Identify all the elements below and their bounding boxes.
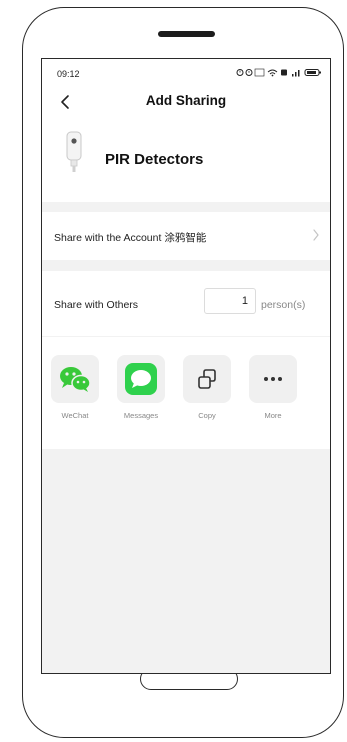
copy-label: Copy [198, 411, 216, 420]
person-unit-label: person(s) [261, 299, 306, 311]
status-time: 09:12 [57, 69, 80, 79]
share-with-others-label: Share with Others [54, 299, 139, 311]
share-with-account-label: Share with the Account 涂鸦智能 [54, 232, 207, 244]
status-icons [236, 68, 322, 79]
phone-speaker [158, 31, 215, 37]
page-title: Add Sharing [145, 93, 227, 108]
messages-label: Messages [123, 411, 159, 420]
pir-sensor-icon [66, 131, 82, 172]
share-more-button[interactable]: More [246, 355, 300, 420]
more-icon [264, 377, 282, 381]
status-bar: 09:12 [42, 59, 330, 87]
device-header: PIR Detectors [42, 117, 330, 202]
status-indicators-icon [236, 68, 321, 77]
device-name: PIR Detectors [105, 151, 204, 168]
wechat-tile [51, 355, 99, 403]
messages-tile [117, 355, 165, 403]
share-with-others-row: Share with Others person(s) [42, 271, 330, 336]
share-copy-button[interactable]: Copy [180, 355, 234, 420]
nav-bar: Add Sharing [42, 87, 330, 117]
person-count-input[interactable] [204, 288, 256, 314]
messages-icon [125, 363, 157, 395]
share-wechat-button[interactable]: WeChat [48, 355, 102, 420]
copy-tile [183, 355, 231, 403]
share-options-strip: WeChat Messages Copy More [42, 337, 330, 449]
more-label: More [264, 411, 282, 420]
share-with-account-row[interactable]: Share with the Account 涂鸦智能 [42, 212, 330, 260]
app-screen: 09:12 Add Sharing PIR Detectors Share wi… [41, 58, 331, 674]
more-tile [249, 355, 297, 403]
wechat-icon [60, 367, 91, 392]
chevron-right-icon [313, 229, 319, 241]
share-messages-button[interactable]: Messages [114, 355, 168, 420]
copy-icon [198, 369, 216, 389]
wechat-label: WeChat [61, 411, 89, 420]
